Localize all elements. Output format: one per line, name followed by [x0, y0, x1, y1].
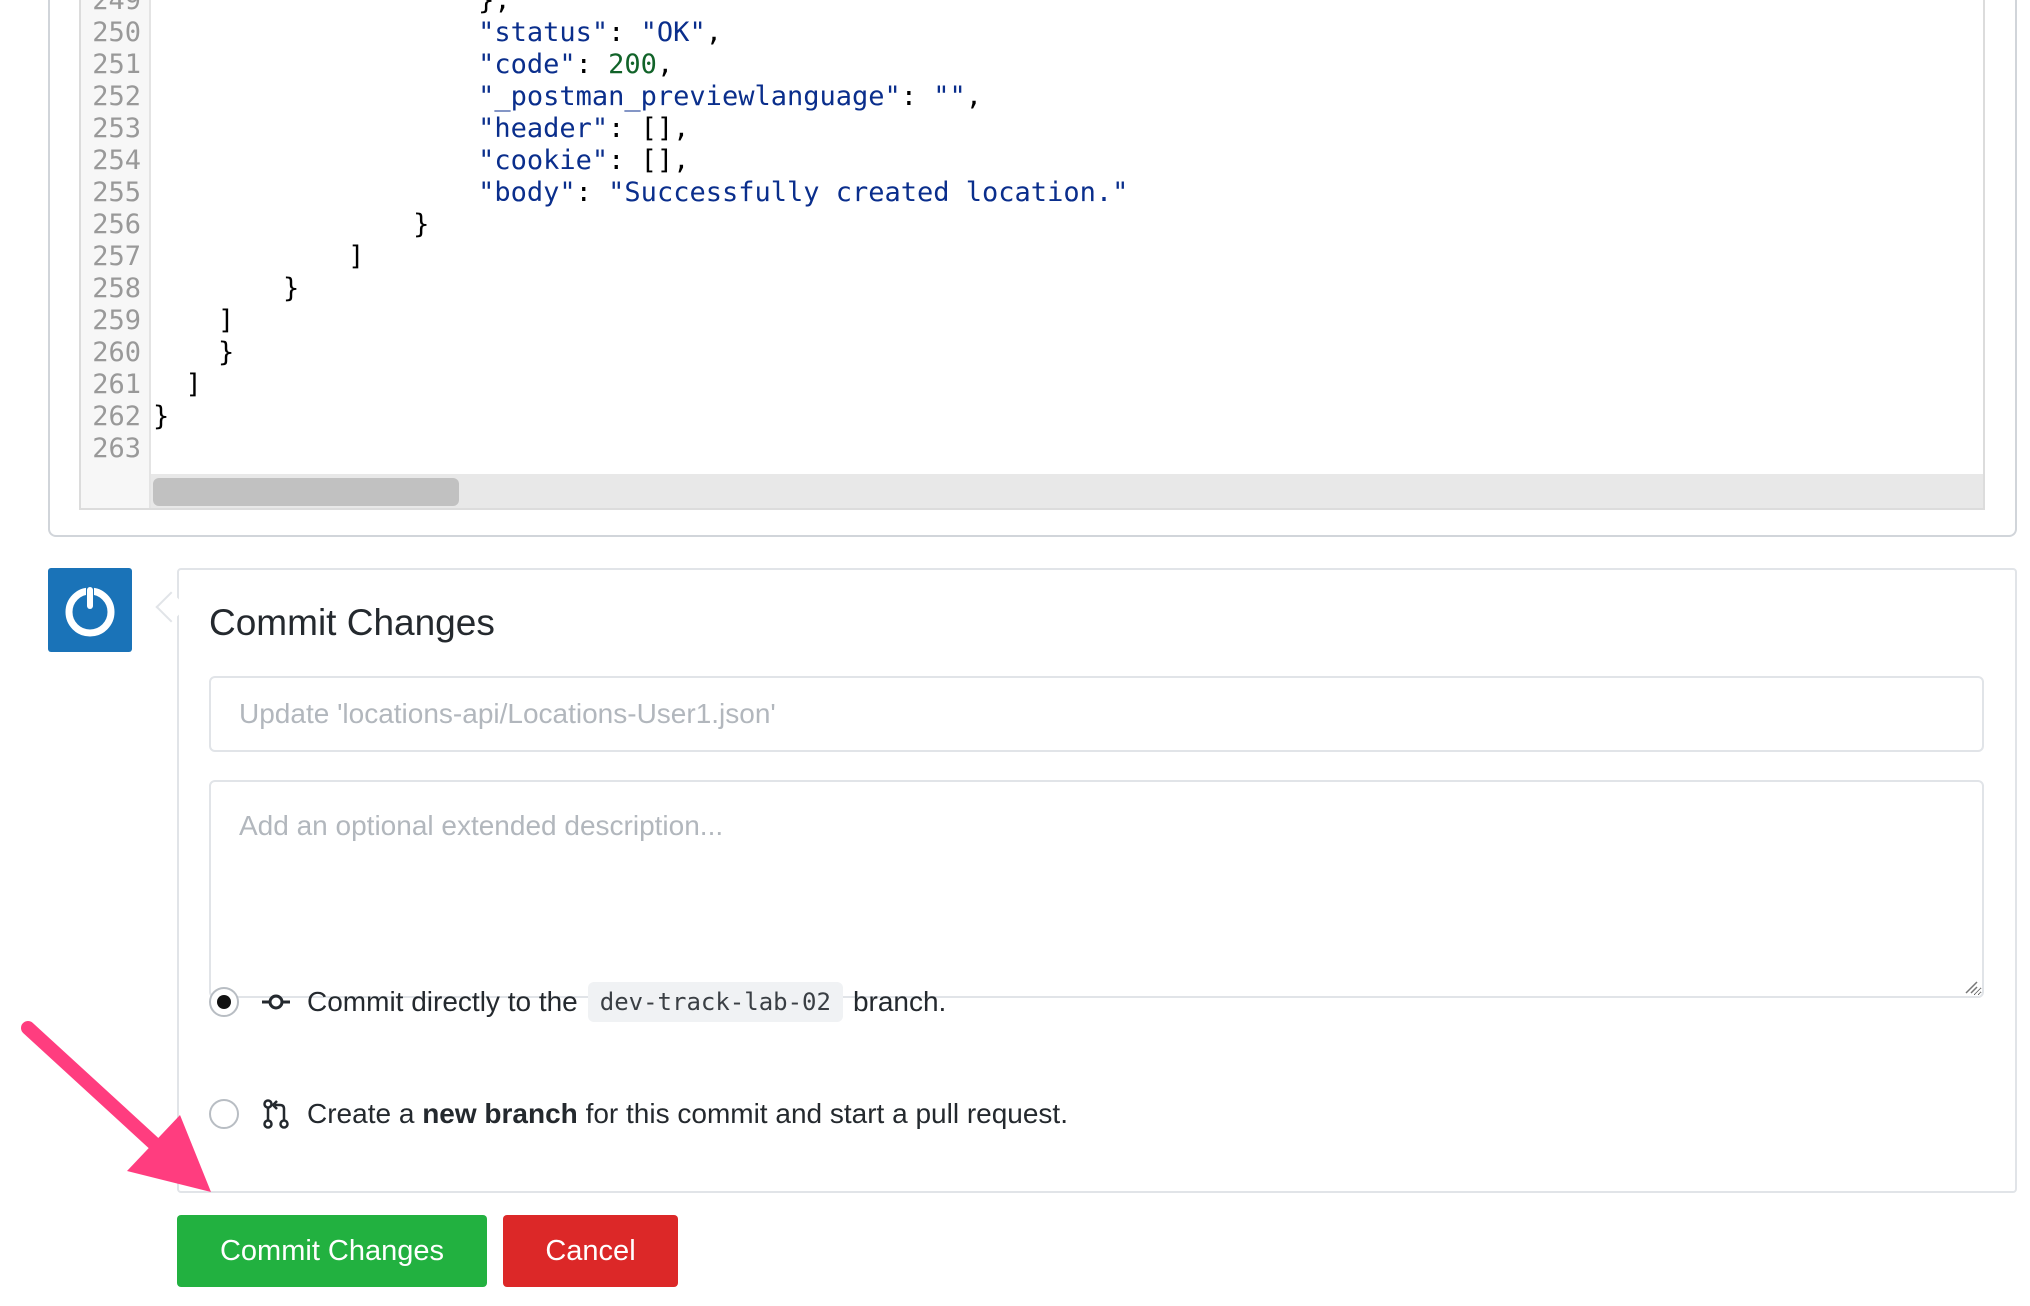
code-line: }: [153, 401, 170, 432]
code-line: }: [153, 273, 300, 304]
line-number: 261: [92, 369, 141, 400]
new-branch-prefix: Create a: [307, 1098, 415, 1129]
commit-summary-input[interactable]: [209, 676, 1984, 752]
new-branch-bold: new branch: [422, 1098, 578, 1129]
horizontal-scrollbar[interactable]: [151, 474, 1983, 508]
line-number: 252: [92, 81, 141, 112]
scrollbar-thumb[interactable]: [153, 478, 459, 506]
commit-direct-prefix: Commit directly to the: [307, 986, 578, 1017]
new-branch-option[interactable]: Create a new branch for this commit and …: [209, 1098, 1068, 1130]
line-number: 251: [92, 49, 141, 80]
resize-handle-icon[interactable]: [1964, 980, 1978, 994]
power-icon: [65, 584, 115, 637]
branch-name: dev-track-lab-02: [587, 982, 843, 1022]
code-line: "code": 200,: [478, 49, 674, 80]
commit-description-field[interactable]: [209, 780, 1984, 998]
line-number: 259: [92, 305, 141, 336]
line-number: 255: [92, 177, 141, 208]
line-number: 258: [92, 273, 141, 304]
code-line: }: [153, 209, 430, 240]
code-line: "status": "OK",: [478, 17, 722, 48]
line-number: 262: [92, 401, 141, 432]
new-branch-radio[interactable]: [209, 1099, 239, 1129]
cancel-button[interactable]: Cancel: [503, 1215, 678, 1287]
code-line: "cookie": [],: [478, 145, 690, 176]
line-number: 256: [92, 209, 141, 240]
line-number: 249: [92, 0, 141, 16]
code-line: }: [153, 337, 235, 368]
code-line: },: [153, 0, 511, 16]
commit-direct-option[interactable]: Commit directly to the dev-track-lab-02 …: [209, 982, 946, 1022]
avatar: [48, 568, 132, 652]
code-line: ]: [153, 305, 235, 336]
line-number: 254: [92, 145, 141, 176]
code-editor[interactable]: 249 250 251 252 253 254 255 256 257 258 259 260 261 2…: [79, 0, 1985, 510]
commit-changes-button[interactable]: Commit Changes: [177, 1215, 487, 1287]
code-line: "header": [],: [478, 113, 690, 144]
code-line: ]: [153, 241, 365, 272]
commit-direct-radio[interactable]: [209, 987, 239, 1017]
code-line: "body": "Successfully created location.": [478, 177, 1129, 208]
new-branch-suffix: for this commit and start a pull request…: [585, 1098, 1068, 1129]
code-line: ]: [153, 369, 202, 400]
git-pull-request-icon: [261, 1099, 291, 1129]
git-commit-icon: [261, 987, 291, 1017]
line-number: 253: [92, 113, 141, 144]
line-number: 260: [92, 337, 141, 368]
line-number: 250: [92, 17, 141, 48]
commit-direct-suffix: branch.: [852, 986, 947, 1017]
code-line: "_postman_previewlanguage": "",: [478, 81, 983, 112]
line-number-gutter: 249 250 251 252 253 254 255 256 257 258 259 260 261 2…: [81, 0, 151, 508]
line-number: 263: [92, 433, 141, 464]
line-number: 257: [92, 241, 141, 272]
commit-panel-title: Commit Changes: [209, 602, 495, 643]
